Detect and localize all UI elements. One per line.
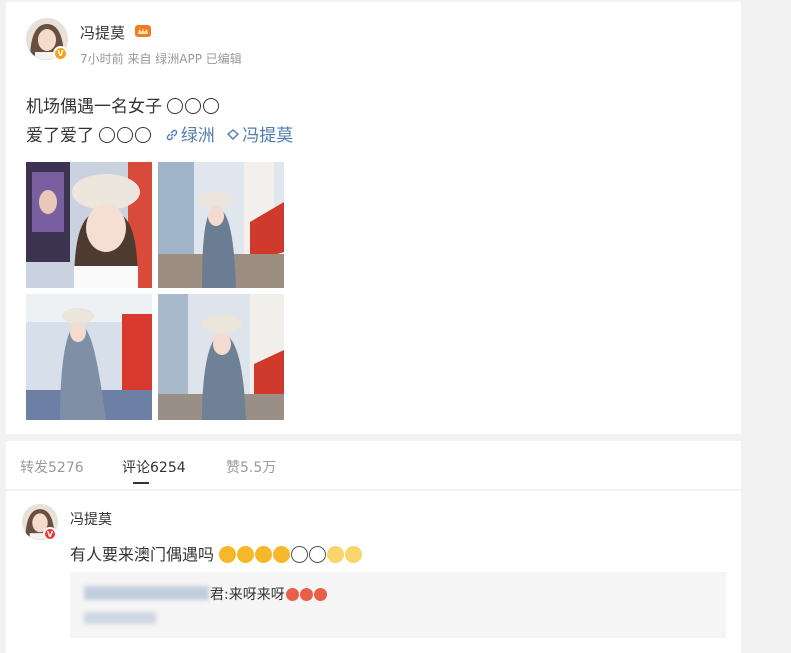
emoji-laugh-icon [99,127,116,143]
post-text-line-1: 机场偶遇一名女子 [26,92,221,117]
interaction-tabs: 转发5276 评论6254 赞5.5万 [6,441,741,489]
comment-text-line: 有人要来澳门偶遇吗 [70,541,363,565]
post-text: 机场偶遇一名女子 [26,97,162,117]
post-photo-1[interactable] [26,162,152,288]
emoji-eyes-icon [291,546,309,563]
commenter-name[interactable]: 冯提莫 [70,509,112,529]
emoji-smile-icon [345,546,363,563]
emoji-sad-icon [167,98,184,114]
active-tab-indicator [133,482,149,484]
emoji-heart-icon [299,588,313,601]
emoji-sad-icon [185,98,202,114]
post-photo-3[interactable] [26,294,152,420]
app-link[interactable]: 绿洲 [181,126,215,146]
comment-text: 有人要来澳门偶遇吗 [70,545,215,564]
emoji-sunglasses-icon [255,546,273,563]
post-text: 爱了爱了 [26,126,94,146]
reply-preview[interactable]: 君:来呀来呀 [70,572,726,638]
emoji-smile-icon [327,546,345,563]
comment-item: V 冯提莫 有人要来澳门偶遇吗 君:来呀来呀 [6,491,741,653]
emoji-heart-icon [313,588,327,601]
author-name[interactable]: 冯提莫 [80,22,125,43]
post-photo-4[interactable] [158,294,284,420]
post-text-line-2: 爱了爱了 绿洲 冯提莫 [26,121,293,146]
post-meta: 7小时前 来自 绿洲APP 已编辑 [80,52,242,66]
reply-text: 君:来呀来呀 [210,587,285,603]
emoji-eyes-icon [309,546,327,563]
blurred-username [84,586,209,600]
verified-badge-icon: V [43,527,57,541]
tag-icon [227,129,240,140]
emoji-wink-icon [237,546,255,563]
weibo-post-card: V 冯提莫 7小时前 来自 绿洲APP 已编辑 机场偶遇一名女子 爱了爱了 绿洲… [6,2,741,434]
reply-text-line: 君:来呀来呀 [210,584,327,604]
emoji-sad-icon [203,98,220,114]
emoji-laugh-icon [135,127,152,143]
emoji-sunglasses-icon [273,546,291,563]
emoji-wink-icon [219,546,237,563]
user-tag-link[interactable]: 冯提莫 [242,126,293,146]
crown-icon [135,25,151,37]
emoji-heart-icon [285,588,299,601]
emoji-laugh-icon [117,127,134,143]
blurred-more-replies [84,612,156,624]
tab-like[interactable]: 赞5.5万 [226,457,276,477]
verified-badge-icon: V [53,46,68,61]
tab-comment[interactable]: 评论6254 [122,457,186,477]
post-photo-2[interactable] [158,162,284,288]
link-icon [166,129,178,141]
tab-repost[interactable]: 转发5276 [20,457,84,477]
